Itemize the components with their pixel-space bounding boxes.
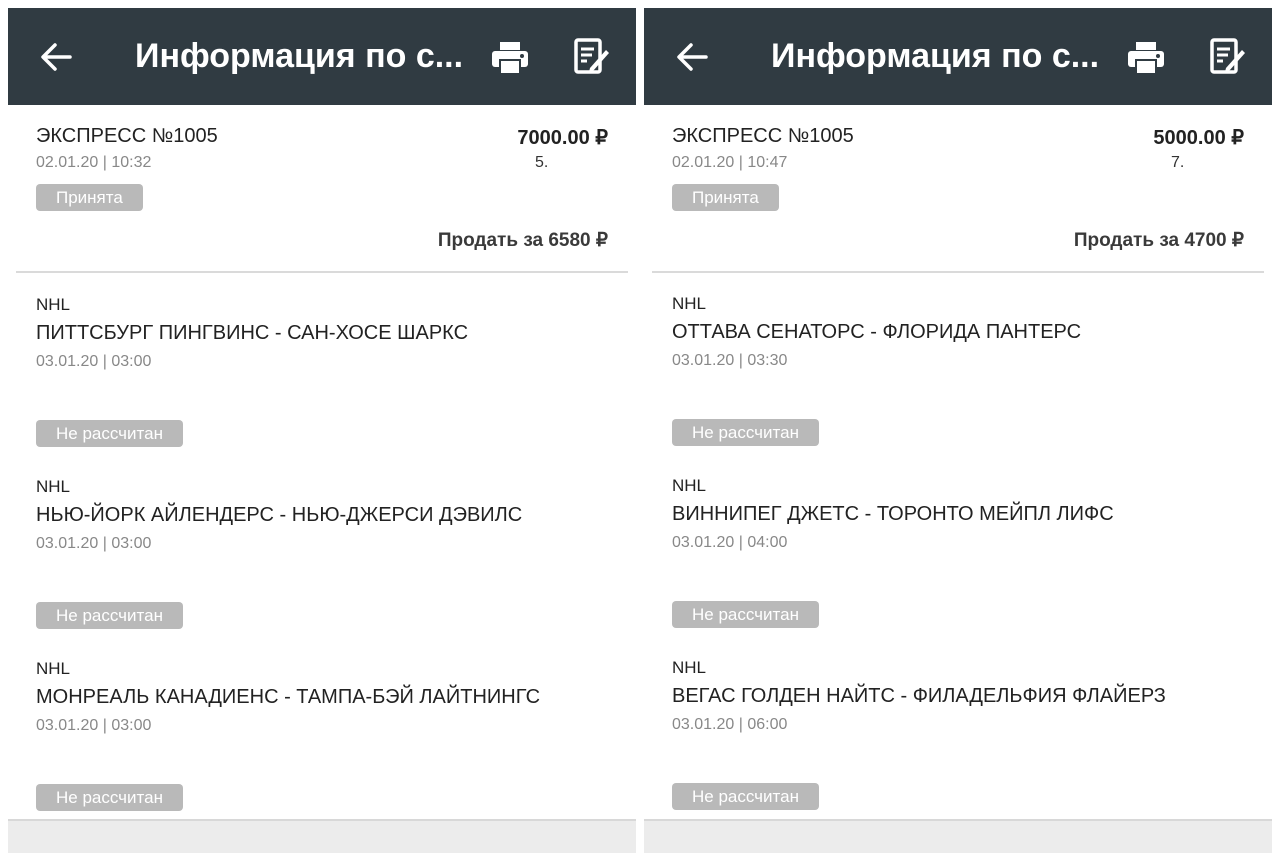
- event-league: NHL: [36, 477, 71, 496]
- edit-note-icon: [574, 38, 609, 74]
- bet-details-panel-right: Информация по с... ЭКСПРЕСС №1005 02.01.…: [644, 8, 1272, 853]
- event-league: NHL: [36, 659, 71, 678]
- divider: [16, 271, 628, 273]
- bet-summary: ЭКСПРЕСС №1005 02.01.20 | 10:32 7000.00 …: [8, 105, 636, 273]
- back-button[interactable]: [36, 40, 76, 74]
- bet-amount: 5000.00 ₽: [1153, 127, 1244, 149]
- event-item: NHL НЬЮ-ЙОРК АЙЛЕНДЕРС - НЬЮ-ДЖЕРСИ ДЭВИ…: [8, 477, 636, 659]
- arrow-left-icon: [677, 43, 708, 71]
- event-league: NHL: [672, 294, 707, 313]
- printer-icon: [492, 42, 528, 75]
- bet-amount: 7000.00 ₽: [517, 127, 608, 149]
- event-item: NHL МОНРЕАЛЬ КАНАДИЕНС - ТАМПА-БЭЙ ЛАЙТН…: [8, 659, 636, 841]
- print-button[interactable]: [488, 38, 532, 78]
- event-item: NHL ОТТАВА СЕНАТОРС - ФЛОРИДА ПАНТЕРС 03…: [644, 294, 1272, 476]
- event-league: NHL: [672, 476, 707, 495]
- event-date: 03.01.20 | 03:30: [672, 352, 788, 369]
- event-status-badge: Не рассчитан: [672, 601, 819, 628]
- back-button[interactable]: [672, 40, 712, 74]
- event-status-badge: Не рассчитан: [672, 419, 819, 446]
- event-item: NHL ВИННИПЕГ ДЖЕТС - ТОРОНТО МЕЙПЛ ЛИФС …: [644, 476, 1272, 658]
- page-title: Информация по с...: [135, 37, 464, 75]
- print-button[interactable]: [1124, 38, 1168, 78]
- event-name: МОНРЕАЛЬ КАНАДИЕНС - ТАМПА-БЭЙ ЛАЙТНИНГС: [36, 686, 541, 708]
- event-league: NHL: [672, 658, 707, 677]
- event-date: 03.01.20 | 04:00: [672, 534, 788, 551]
- event-status-badge: Не рассчитан: [36, 602, 183, 629]
- bet-coefficient: 7.: [1171, 154, 1185, 171]
- app-bar: Информация по с...: [644, 8, 1272, 105]
- event-status-badge: Не рассчитан: [672, 783, 819, 810]
- bet-date: 02.01.20 | 10:32: [36, 154, 152, 171]
- bet-details-panel-left: Информация по с... ЭКСПРЕСС №1005 02.01.…: [8, 8, 636, 853]
- sell-button[interactable]: Продать за 6580 ₽: [438, 229, 608, 252]
- event-name: ВЕГАС ГОЛДЕН НАЙТС - ФИЛАДЕЛЬФИЯ ФЛАЙЕРЗ: [672, 685, 1166, 707]
- printer-icon: [1128, 42, 1164, 75]
- edit-button[interactable]: [570, 36, 614, 78]
- bottom-strip: [644, 819, 1272, 853]
- bet-date: 02.01.20 | 10:47: [672, 154, 788, 171]
- bet-status-badge: Принята: [36, 184, 143, 211]
- bet-status-badge: Принята: [672, 184, 779, 211]
- edit-button[interactable]: [1206, 36, 1250, 78]
- edit-note-icon: [1210, 38, 1245, 74]
- event-name: ПИТТСБУРГ ПИНГВИНС - САН-ХОСЕ ШАРКС: [36, 322, 469, 344]
- event-league: NHL: [36, 295, 71, 314]
- event-date: 03.01.20 | 06:00: [672, 716, 788, 733]
- bet-summary: ЭКСПРЕСС №1005 02.01.20 | 10:47 5000.00 …: [644, 105, 1272, 273]
- page-title: Информация по с...: [771, 37, 1100, 75]
- event-name: НЬЮ-ЙОРК АЙЛЕНДЕРС - НЬЮ-ДЖЕРСИ ДЭВИЛС: [36, 504, 523, 526]
- event-item: NHL ВЕГАС ГОЛДЕН НАЙТС - ФИЛАДЕЛЬФИЯ ФЛА…: [644, 658, 1272, 840]
- event-status-badge: Не рассчитан: [36, 784, 183, 811]
- bet-title: ЭКСПРЕСС №1005: [672, 125, 854, 147]
- event-item: NHL ПИТТСБУРГ ПИНГВИНС - САН-ХОСЕ ШАРКС …: [8, 295, 636, 477]
- sell-button[interactable]: Продать за 4700 ₽: [1074, 229, 1244, 252]
- arrow-left-icon: [41, 43, 72, 71]
- bottom-strip: [8, 819, 636, 853]
- event-name: ВИННИПЕГ ДЖЕТС - ТОРОНТО МЕЙПЛ ЛИФС: [672, 503, 1114, 525]
- app-bar: Информация по с...: [8, 8, 636, 105]
- bet-coefficient: 5.: [535, 154, 549, 171]
- event-status-badge: Не рассчитан: [36, 420, 183, 447]
- event-date: 03.01.20 | 03:00: [36, 353, 152, 370]
- event-date: 03.01.20 | 03:00: [36, 717, 152, 734]
- event-name: ОТТАВА СЕНАТОРС - ФЛОРИДА ПАНТЕРС: [672, 321, 1082, 343]
- divider: [652, 271, 1264, 273]
- event-date: 03.01.20 | 03:00: [36, 535, 152, 552]
- bet-title: ЭКСПРЕСС №1005: [36, 125, 218, 147]
